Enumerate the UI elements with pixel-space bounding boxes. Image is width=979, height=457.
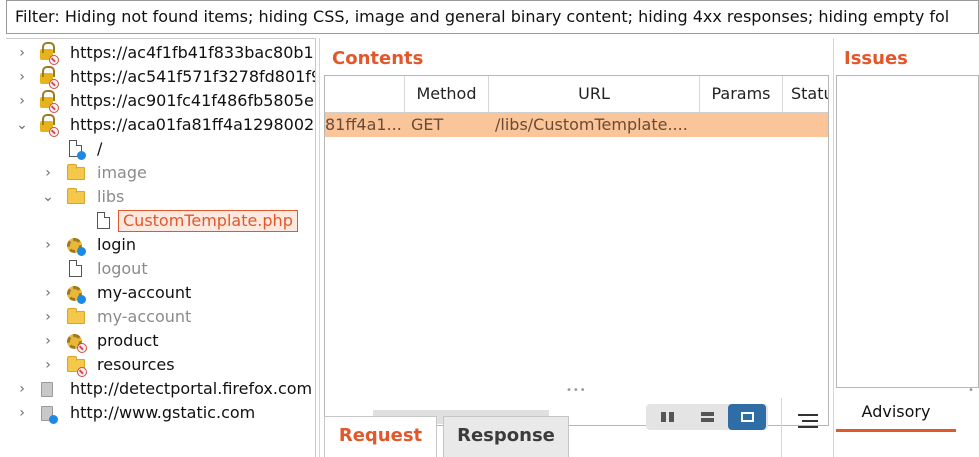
column-header-method[interactable]: Method [405, 76, 489, 113]
layout-tabs-button[interactable] [728, 404, 766, 430]
server-icon [38, 404, 58, 424]
tree-item-label-selected: CustomTemplate.php [118, 210, 298, 232]
folder-icon [66, 356, 87, 377]
tree-item-label: http://detectportal.firefox.com [70, 379, 313, 398]
chevron-right-icon[interactable]: › [14, 89, 30, 113]
chevron-right-icon[interactable]: › [14, 377, 30, 401]
contents-table[interactable]: Method URL Params Statu 81ff4a1... GET /… [324, 75, 829, 426]
gear-icon [66, 284, 86, 304]
lock-icon [38, 66, 59, 89]
filter-bar[interactable]: Filter: Hiding not found items; hiding C… [6, 0, 979, 34]
tree-item-label: image [97, 163, 147, 182]
tree-item-label: login [97, 235, 136, 254]
column-header-params[interactable]: Params [700, 76, 783, 113]
lock-icon [38, 42, 59, 65]
server-icon [38, 380, 58, 400]
filter-text: Filter: Hiding not found items; hiding C… [15, 7, 950, 26]
chevron-right-icon[interactable]: › [14, 41, 30, 65]
table-row[interactable]: 81ff4a1... GET /libs/CustomTemplate.... [325, 113, 828, 137]
lock-icon [38, 90, 59, 113]
cell-params [705, 113, 775, 137]
window-icon [741, 412, 754, 422]
layout-toggle-group [646, 404, 768, 430]
tree-item-label: product [97, 331, 159, 350]
cell-method: GET [411, 115, 444, 134]
tree-item-label: libs [97, 187, 125, 206]
tree-item-label: https://ac901fc41f486fb5805e [70, 91, 314, 110]
panel-divider[interactable] [833, 38, 834, 457]
folder-icon [66, 308, 86, 328]
panel-divider[interactable] [319, 38, 320, 457]
rows-icon [701, 412, 714, 422]
tab-advisory[interactable]: Advisory [836, 398, 956, 432]
chevron-right-icon[interactable]: › [40, 305, 56, 329]
column-header-url[interactable]: URL [489, 76, 700, 113]
column-header-host[interactable] [325, 76, 405, 113]
chevron-down-icon[interactable]: ⌄ [14, 113, 30, 137]
gear-icon [66, 236, 86, 256]
chevron-right-icon[interactable]: › [40, 353, 56, 377]
tree-item-label: / [97, 139, 103, 158]
chevron-right-icon[interactable]: › [14, 401, 30, 425]
chevron-down-icon[interactable]: ⌄ [40, 185, 56, 209]
folder-icon [66, 164, 86, 184]
cell-host: 81ff4a1... [325, 115, 402, 134]
issues-title: Issues [844, 48, 908, 69]
tab-request[interactable]: Request [324, 416, 437, 457]
tree-item-label: https://ac4f1fb41f833bac80b1 [70, 43, 314, 62]
cell-status [787, 113, 827, 137]
tree-item-label: logout [97, 259, 148, 278]
page-icon [94, 212, 114, 232]
layout-side-by-side-button[interactable] [648, 404, 686, 430]
chevron-right-icon[interactable]: › [40, 233, 56, 257]
panel-divider [781, 398, 782, 457]
tree-item-label: https://ac541f571f3278fd801f9 [70, 67, 316, 86]
issues-panel: Issues [836, 38, 979, 390]
splitter-handle-icon[interactable]: ••• [566, 385, 587, 396]
tree-item-label: https://aca01fa81ff4a12980027 [70, 115, 316, 134]
chevron-right-icon[interactable]: › [40, 281, 56, 305]
page-icon [66, 260, 86, 280]
tree-item-label: my-account [97, 307, 192, 326]
tree-item-label: http://www.gstatic.com [70, 403, 256, 422]
column-header-status[interactable]: Statu [783, 76, 828, 113]
layout-stacked-button[interactable] [688, 404, 726, 430]
cell-url: /libs/CustomTemplate.... [495, 115, 688, 134]
tree-item-label: my-account [97, 283, 192, 302]
tab-response[interactable]: Response [443, 416, 569, 457]
columns-icon [661, 412, 674, 422]
tree-item-label: resources [97, 355, 175, 374]
contents-title: Contents [332, 48, 424, 69]
contents-panel: Contents Method URL Params Statu 81ff4a1… [324, 38, 829, 426]
table-header: Method URL Params Statu [325, 76, 828, 113]
site-map-tree: › https://ac4f1fb41f833bac80b1 › https:/… [6, 38, 316, 457]
lock-icon [38, 114, 59, 137]
chevron-right-icon[interactable]: › [40, 329, 56, 353]
folder-icon [66, 188, 86, 208]
chevron-right-icon[interactable]: › [14, 65, 30, 89]
inspector-menu-icon[interactable] [796, 412, 820, 432]
page-icon [66, 140, 86, 160]
gear-icon [66, 332, 87, 353]
issues-list[interactable] [836, 75, 979, 388]
chevron-right-icon[interactable]: › [40, 161, 56, 185]
